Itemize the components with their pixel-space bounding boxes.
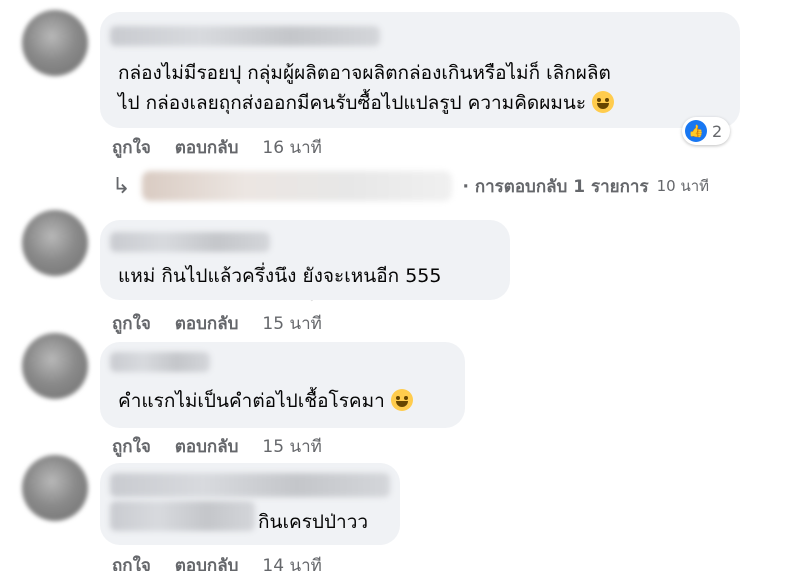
like-button[interactable]: ถูกใจ <box>112 138 151 158</box>
comment-actions: ถูกใจ ตอบกลับ 14 นาที <box>112 552 346 571</box>
commenter-avatar[interactable] <box>22 210 88 276</box>
reply-button[interactable]: ตอบกลับ <box>175 437 239 457</box>
comment-timestamp[interactable]: 15 นาที <box>262 314 321 334</box>
comment-text-line: กล่องไม่มีรอยปุ กลุ่มผู้ผลิตอาจผลิตกล่อง… <box>118 62 611 84</box>
comment-text-line: คำแรกไม่เป็นคำต่อไปเชื้อโรคมา <box>118 390 385 412</box>
comment-text-line: แหม่ กินไปแล้วครึ่งนึง ยังจะเหนอีก 555 <box>118 265 442 287</box>
grinning-sweat-emoji-icon <box>592 91 615 113</box>
comment-text-line: กินเครปป่าวว <box>258 511 369 533</box>
commenter-name-blurred[interactable] <box>110 473 390 497</box>
commenter-avatar[interactable] <box>22 10 88 76</box>
comment-timestamp[interactable]: 14 นาที <box>262 556 321 571</box>
comments-panel: www.amarinnews.com www.amarinnews.com กล… <box>0 0 800 571</box>
comment-text-line: ไป กล่องเลยถุกส่งออกมีคนรับซื้อไปแปลรูป … <box>118 88 615 118</box>
commenter-name-blurred[interactable] <box>110 352 210 372</box>
like-button[interactable]: ถูกใจ <box>112 556 151 571</box>
commenter-avatar[interactable] <box>22 455 88 521</box>
reaction-summary[interactable]: 👍 2 <box>682 117 731 145</box>
reply-arrow-icon: ↳ <box>112 173 131 199</box>
reply-count-link[interactable]: · การตอบกลับ 1 รายการ <box>462 173 648 200</box>
reply-button[interactable]: ตอบกลับ <box>175 556 239 571</box>
reply-timestamp: 10 นาที <box>656 177 710 195</box>
reply-author-blurred <box>142 171 453 201</box>
comment-timestamp[interactable]: 15 นาที <box>262 437 321 457</box>
reaction-count: 2 <box>712 121 723 141</box>
comment-text-line: ไป กล่องเลยถุกส่งออกมีคนรับซื้อไปแปลรูป … <box>118 92 587 114</box>
like-button[interactable]: ถูกใจ <box>112 314 151 334</box>
comment-actions: ถูกใจ ตอบกลับ 16 นาที <box>112 134 346 161</box>
commenter-name-blurred[interactable] <box>110 26 380 46</box>
commenter-name-blurred[interactable] <box>110 232 270 252</box>
comment-actions: ถูกใจ ตอบกลับ 15 นาที <box>112 433 346 460</box>
rofl-emoji-icon <box>390 389 413 411</box>
like-button[interactable]: ถูกใจ <box>112 437 151 457</box>
comment-text-line: คำแรกไม่เป็นคำต่อไปเชื้อโรคมา <box>118 386 413 416</box>
commenter-avatar[interactable] <box>22 333 88 399</box>
commenter-name-blurred <box>110 501 255 531</box>
reply-button[interactable]: ตอบกลับ <box>175 138 239 158</box>
like-icon: 👍 <box>685 120 707 142</box>
view-replies-row[interactable]: ↳ · การตอบกลับ 1 รายการ 10 นาที <box>112 171 709 201</box>
comment-timestamp[interactable]: 16 นาที <box>262 138 321 158</box>
reply-button[interactable]: ตอบกลับ <box>175 314 239 334</box>
comment-actions: ถูกใจ ตอบกลับ 15 นาที <box>112 310 346 337</box>
